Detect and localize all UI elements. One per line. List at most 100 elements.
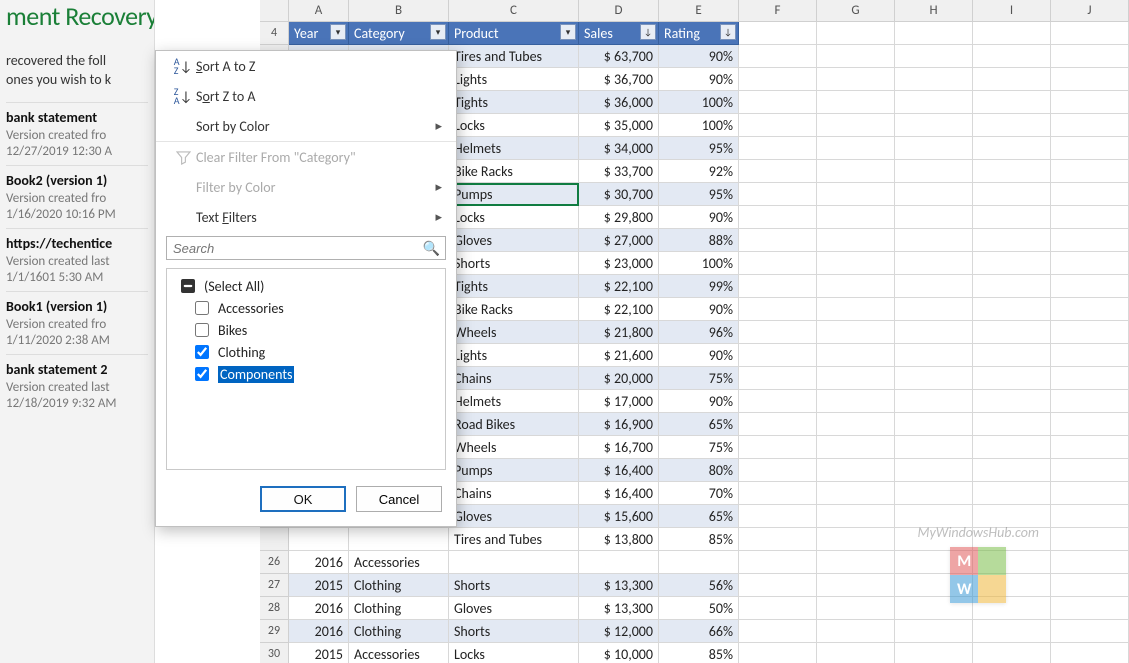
cell-product[interactable]: Shorts <box>449 620 579 643</box>
cell-product[interactable]: Helmets <box>449 137 579 160</box>
sort-a-to-z[interactable]: AZ↓ Sort A to Z <box>156 51 456 81</box>
col-header-c[interactable]: C <box>449 0 579 21</box>
cell-rating[interactable]: 95% <box>659 137 739 160</box>
cell-product[interactable]: Locks <box>449 643 579 663</box>
cell-category[interactable]: Accessories <box>349 551 449 574</box>
cell-rating[interactable]: 85% <box>659 528 739 551</box>
cell-product[interactable]: Helmets <box>449 390 579 413</box>
cell-rating[interactable]: 90% <box>659 298 739 321</box>
cell-year[interactable]: 2016 <box>289 551 349 574</box>
table-row[interactable]: 29 2016 Clothing Shorts $ 12,000 66% <box>260 620 1129 643</box>
col-header-j[interactable]: J <box>1051 0 1129 21</box>
recovery-item[interactable]: bank statement Version created fro 12/27… <box>6 102 148 165</box>
cell-sales[interactable]: $ 13,800 <box>579 528 659 551</box>
row-header[interactable]: 29 <box>260 620 289 643</box>
row-header[interactable]: 27 <box>260 574 289 597</box>
cell-sales[interactable]: $ 17,000 <box>579 390 659 413</box>
cell-sales[interactable]: $ 63,700 <box>579 45 659 68</box>
cell-product[interactable]: Bike Racks <box>449 160 579 183</box>
cell-product[interactable]: Wheels <box>449 321 579 344</box>
checkbox[interactable] <box>195 323 209 337</box>
cell-product[interactable]: Gloves <box>449 229 579 252</box>
row-header[interactable] <box>260 528 289 551</box>
col-header-f[interactable]: F <box>739 0 817 21</box>
cell-rating[interactable]: 90% <box>659 344 739 367</box>
cell-rating[interactable]: 65% <box>659 505 739 528</box>
cell-category[interactable]: Clothing <box>349 620 449 643</box>
cell-category[interactable]: Clothing <box>349 574 449 597</box>
cell-product[interactable]: Lights <box>449 344 579 367</box>
cell-rating[interactable]: 66% <box>659 620 739 643</box>
cell-product[interactable]: Tights <box>449 275 579 298</box>
cell-sales[interactable]: $ 22,100 <box>579 275 659 298</box>
filter-dropdown-icon[interactable]: ▾ <box>560 24 576 40</box>
col-header-e[interactable]: E <box>659 0 739 21</box>
cell-sales[interactable]: $ 16,700 <box>579 436 659 459</box>
header-category[interactable]: Category ▾ <box>349 22 449 45</box>
cell-product[interactable]: Bike Racks <box>449 298 579 321</box>
cell-rating[interactable]: 90% <box>659 390 739 413</box>
cell-rating[interactable]: 85% <box>659 643 739 663</box>
cell-sales[interactable]: $ 10,000 <box>579 643 659 663</box>
cell-sales[interactable]: $ 21,600 <box>579 344 659 367</box>
row-header[interactable]: 30 <box>260 643 289 663</box>
cell-product[interactable]: Locks <box>449 206 579 229</box>
cell-rating[interactable]: 75% <box>659 367 739 390</box>
col-header-a[interactable]: A <box>289 0 349 21</box>
cell-year[interactable]: 2015 <box>289 574 349 597</box>
header-rating[interactable]: Rating ↓ <box>659 22 739 45</box>
cell-sales[interactable]: $ 15,600 <box>579 505 659 528</box>
cell-sales[interactable]: $ 16,400 <box>579 482 659 505</box>
recovery-item[interactable]: Book1 (version 1) Version created fro 1/… <box>6 291 148 354</box>
cell-sales[interactable]: $ 30,700 <box>579 183 659 206</box>
filter-dropdown-icon[interactable]: ▾ <box>330 24 346 40</box>
row-header[interactable]: 28 <box>260 597 289 620</box>
recovery-item[interactable]: https://techentice Version created last … <box>6 228 148 291</box>
filter-option[interactable]: Clothing <box>177 341 435 363</box>
cell-product[interactable]: Pumps <box>449 459 579 482</box>
col-header-i[interactable]: I <box>973 0 1051 21</box>
cell-sales[interactable]: $ 16,900 <box>579 413 659 436</box>
cell-rating[interactable]: 95% <box>659 183 739 206</box>
cell-rating[interactable]: 50% <box>659 597 739 620</box>
sort-by-color[interactable]: Sort by Color ▸ <box>156 111 456 141</box>
cell-sales[interactable]: $ 21,800 <box>579 321 659 344</box>
cell-rating[interactable]: 90% <box>659 68 739 91</box>
cell-category[interactable]: Accessories <box>349 643 449 663</box>
cell-rating[interactable]: 75% <box>659 436 739 459</box>
filter-dropdown-icon[interactable]: ▾ <box>430 24 446 40</box>
cell-year[interactable]: 2016 <box>289 620 349 643</box>
col-header-g[interactable]: G <box>817 0 895 21</box>
cell-product[interactable]: Locks <box>449 114 579 137</box>
cell-rating[interactable]: 100% <box>659 91 739 114</box>
table-row[interactable]: 30 2015 Accessories Locks $ 10,000 85% <box>260 643 1129 663</box>
cell-sales[interactable]: $ 29,800 <box>579 206 659 229</box>
text-filters[interactable]: Text Filters ▸ <box>156 202 456 232</box>
cell-category[interactable]: Clothing <box>349 597 449 620</box>
cell-sales[interactable]: $ 23,000 <box>579 252 659 275</box>
sort-z-to-a[interactable]: ZA↓ Sort Z to A <box>156 81 456 111</box>
cell-product[interactable] <box>449 551 579 574</box>
filter-option[interactable]: Components <box>177 363 435 385</box>
checkbox[interactable] <box>195 345 209 359</box>
filter-option[interactable]: Accessories <box>177 297 435 319</box>
filter-option[interactable]: Bikes <box>177 319 435 341</box>
sort-dropdown-icon[interactable]: ↓ <box>720 24 736 40</box>
cell-sales[interactable]: $ 16,400 <box>579 459 659 482</box>
cell-sales[interactable]: $ 35,000 <box>579 114 659 137</box>
sort-dropdown-icon[interactable]: ↓ <box>640 24 656 40</box>
recovery-item[interactable]: bank statement 2 Version created last 12… <box>6 354 148 417</box>
header-sales[interactable]: Sales ↓ <box>579 22 659 45</box>
recovery-item[interactable]: Book2 (version 1) Version created fro 1/… <box>6 165 148 228</box>
cell-year[interactable]: 2015 <box>289 643 349 663</box>
cell-sales[interactable]: $ 34,000 <box>579 137 659 160</box>
cell-product[interactable]: Shorts <box>449 574 579 597</box>
cell-year[interactable]: 2016 <box>289 597 349 620</box>
cell-product[interactable]: Shorts <box>449 252 579 275</box>
cell-rating[interactable]: 56% <box>659 574 739 597</box>
cell-sales[interactable]: $ 36,700 <box>579 68 659 91</box>
cell-sales[interactable] <box>579 551 659 574</box>
col-header-h[interactable]: H <box>895 0 973 21</box>
cell-sales[interactable]: $ 33,700 <box>579 160 659 183</box>
cell-product[interactable]: Road Bikes <box>449 413 579 436</box>
